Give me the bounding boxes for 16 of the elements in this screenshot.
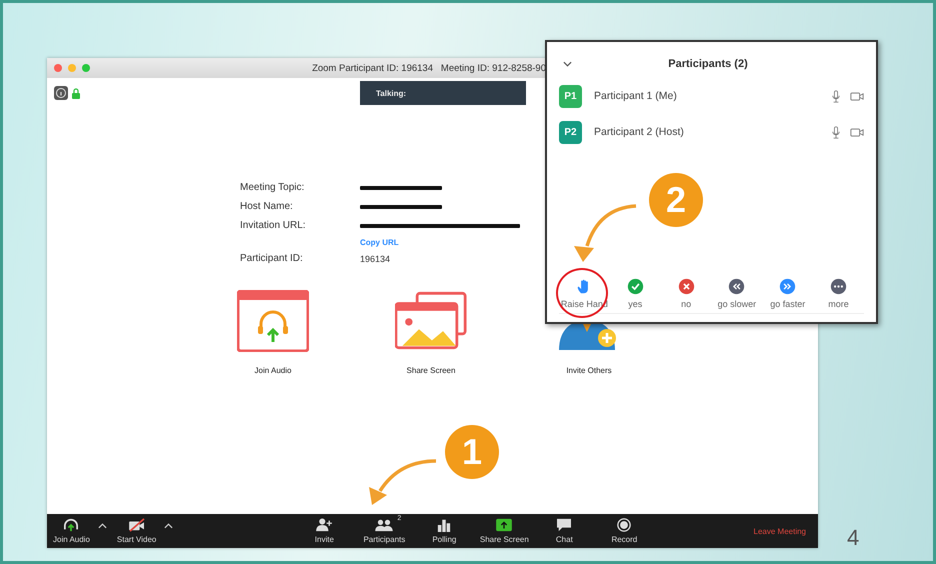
info-label: Invitation URL:: [240, 219, 307, 233]
participant-name: Participant 1 (Me): [594, 90, 678, 102]
avatar: P1: [559, 84, 582, 108]
window-title: Zoom Participant ID: 196134 Meeting ID: 912-8258-90: [312, 62, 546, 74]
action-label: Invite Others: [566, 366, 612, 375]
info-value: 196134: [360, 254, 392, 264]
avatar: P2: [559, 120, 582, 144]
slide-number: 4: [847, 525, 860, 551]
action-label: Share Screen: [406, 366, 456, 375]
participant-name: Participant 2 (Host): [594, 126, 685, 138]
info-label: Meeting Topic:: [240, 181, 306, 195]
info-label: Participant ID:: [240, 252, 304, 266]
info-label: Host Name:: [240, 200, 294, 214]
panel-title: Participants (2): [668, 58, 749, 70]
action-label: Join Audio: [254, 366, 292, 375]
talking-label: Talking:: [376, 88, 406, 98]
